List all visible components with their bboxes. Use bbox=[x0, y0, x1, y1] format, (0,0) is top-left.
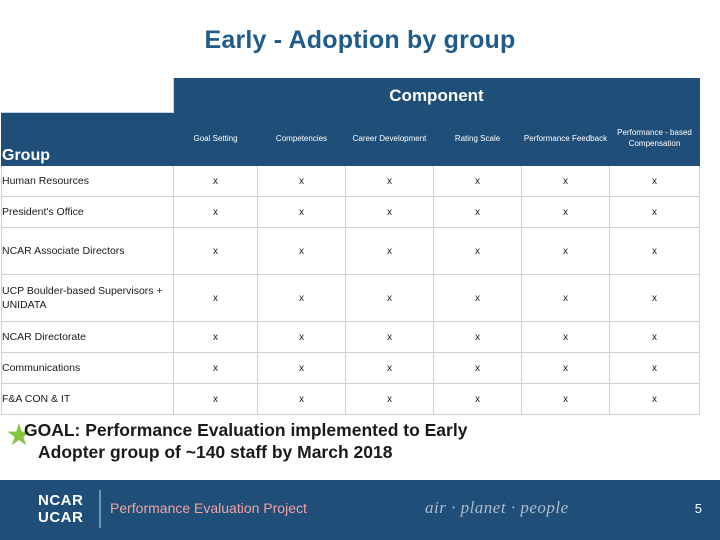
column-header-goal-setting: Goal Setting bbox=[173, 112, 258, 166]
row-label: President's Office bbox=[1, 196, 174, 228]
cell-mark: x bbox=[173, 196, 258, 228]
table-header-columns-row: Group Goal Setting Competencies Career D… bbox=[1, 112, 700, 166]
row-label: NCAR Associate Directors bbox=[1, 227, 174, 275]
header-spacer-cell bbox=[1, 78, 174, 113]
cell-mark: x bbox=[173, 227, 258, 275]
column-header-performance-feedback: Performance Feedback bbox=[521, 112, 610, 166]
cell-mark: x bbox=[521, 196, 610, 228]
cell-mark: x bbox=[609, 383, 700, 415]
table-row: Human Resources x x x x x x bbox=[1, 165, 700, 197]
cell-mark: x bbox=[521, 352, 610, 384]
cell-mark: x bbox=[173, 274, 258, 322]
table-row: F&A CON & IT x x x x x x bbox=[1, 383, 700, 415]
page-title: Early - Adoption by group bbox=[204, 26, 516, 54]
cell-mark: x bbox=[609, 321, 700, 353]
adoption-matrix-table: Component Group Goal Setting Competencie… bbox=[1, 78, 700, 415]
table-row: Communications x x x x x x bbox=[1, 352, 700, 384]
cell-mark: x bbox=[433, 196, 522, 228]
goal-statement: GOAL: Performance Evaluation implemented… bbox=[24, 420, 704, 464]
cell-mark: x bbox=[433, 165, 522, 197]
cell-mark: x bbox=[609, 274, 700, 322]
row-label: Communications bbox=[1, 352, 174, 384]
cell-mark: x bbox=[173, 383, 258, 415]
matrix: Component Group Goal Setting Competencie… bbox=[1, 78, 700, 415]
cell-mark: x bbox=[257, 227, 346, 275]
goal-line-1: GOAL: Performance Evaluation implemented… bbox=[24, 420, 468, 440]
footer-tagline: air · planet · people bbox=[425, 498, 569, 517]
cell-mark: x bbox=[173, 165, 258, 197]
group-header: Group bbox=[1, 112, 174, 166]
cell-mark: x bbox=[609, 196, 700, 228]
footer-project-title: Performance Evaluation Project bbox=[110, 500, 307, 516]
cell-mark: x bbox=[521, 321, 610, 353]
cell-mark: x bbox=[521, 383, 610, 415]
cell-mark: x bbox=[433, 227, 522, 275]
cell-mark: x bbox=[521, 165, 610, 197]
table-row: President's Office x x x x x x bbox=[1, 196, 700, 228]
row-label: F&A CON & IT bbox=[1, 383, 174, 415]
cell-mark: x bbox=[609, 352, 700, 384]
cell-mark: x bbox=[173, 352, 258, 384]
row-label: NCAR Directorate bbox=[1, 321, 174, 353]
cell-mark: x bbox=[433, 321, 522, 353]
footer-bar: NCAR UCAR Performance Evaluation Project… bbox=[0, 480, 720, 540]
cell-mark: x bbox=[257, 321, 346, 353]
cell-mark: x bbox=[345, 196, 434, 228]
cell-mark: x bbox=[433, 383, 522, 415]
cell-mark: x bbox=[345, 165, 434, 197]
table-row: NCAR Associate Directors x x x x x x bbox=[1, 227, 700, 275]
table-header-component-row: Component bbox=[1, 78, 700, 113]
column-header-career-development: Career Development bbox=[345, 112, 434, 166]
ncar-ucar-logo: NCAR UCAR bbox=[38, 492, 83, 526]
table-row: UCP Boulder-based Supervisors + UNIDATA … bbox=[1, 274, 700, 322]
cell-mark: x bbox=[345, 274, 434, 322]
component-header: Component bbox=[173, 78, 700, 113]
cell-mark: x bbox=[257, 196, 346, 228]
row-label: Human Resources bbox=[1, 165, 174, 197]
logo-line-1: NCAR bbox=[38, 492, 84, 509]
column-header-competencies: Competencies bbox=[257, 112, 346, 166]
goal-line-2: Adopter group of ~140 staff by March 201… bbox=[38, 441, 393, 462]
page-number: 5 bbox=[694, 501, 702, 516]
logo-line-2: UCAR bbox=[38, 509, 84, 526]
cell-mark: x bbox=[521, 274, 610, 322]
cell-mark: x bbox=[521, 227, 610, 275]
cell-mark: x bbox=[345, 352, 434, 384]
cell-mark: x bbox=[173, 321, 258, 353]
row-label: UCP Boulder-based Supervisors + UNIDATA bbox=[1, 274, 174, 322]
cell-mark: x bbox=[433, 352, 522, 384]
column-header-rating-scale: Rating Scale bbox=[433, 112, 522, 166]
cell-mark: x bbox=[257, 165, 346, 197]
cell-mark: x bbox=[257, 352, 346, 384]
cell-mark: x bbox=[609, 165, 700, 197]
cell-mark: x bbox=[433, 274, 522, 322]
table-row: NCAR Directorate x x x x x x bbox=[1, 321, 700, 353]
cell-mark: x bbox=[257, 383, 346, 415]
logo-divider bbox=[99, 490, 101, 528]
cell-mark: x bbox=[257, 274, 346, 322]
cell-mark: x bbox=[609, 227, 700, 275]
cell-mark: x bbox=[345, 227, 434, 275]
cell-mark: x bbox=[345, 321, 434, 353]
cell-mark: x bbox=[345, 383, 434, 415]
column-header-performance-based-compensation: Performance - based Compensation bbox=[609, 112, 700, 166]
